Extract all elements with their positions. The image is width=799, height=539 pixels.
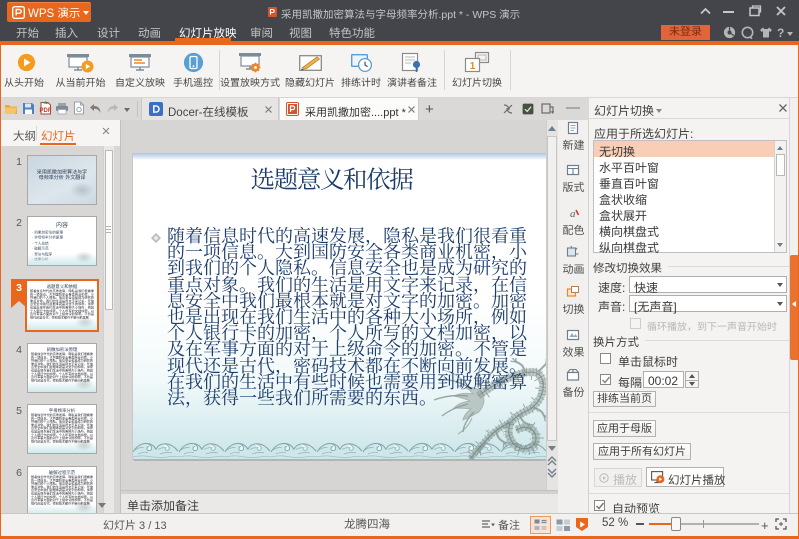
svg-text:a: a [570, 208, 576, 220]
svg-text:1: 1 [470, 61, 476, 72]
svg-text:PDF: PDF [40, 108, 52, 114]
